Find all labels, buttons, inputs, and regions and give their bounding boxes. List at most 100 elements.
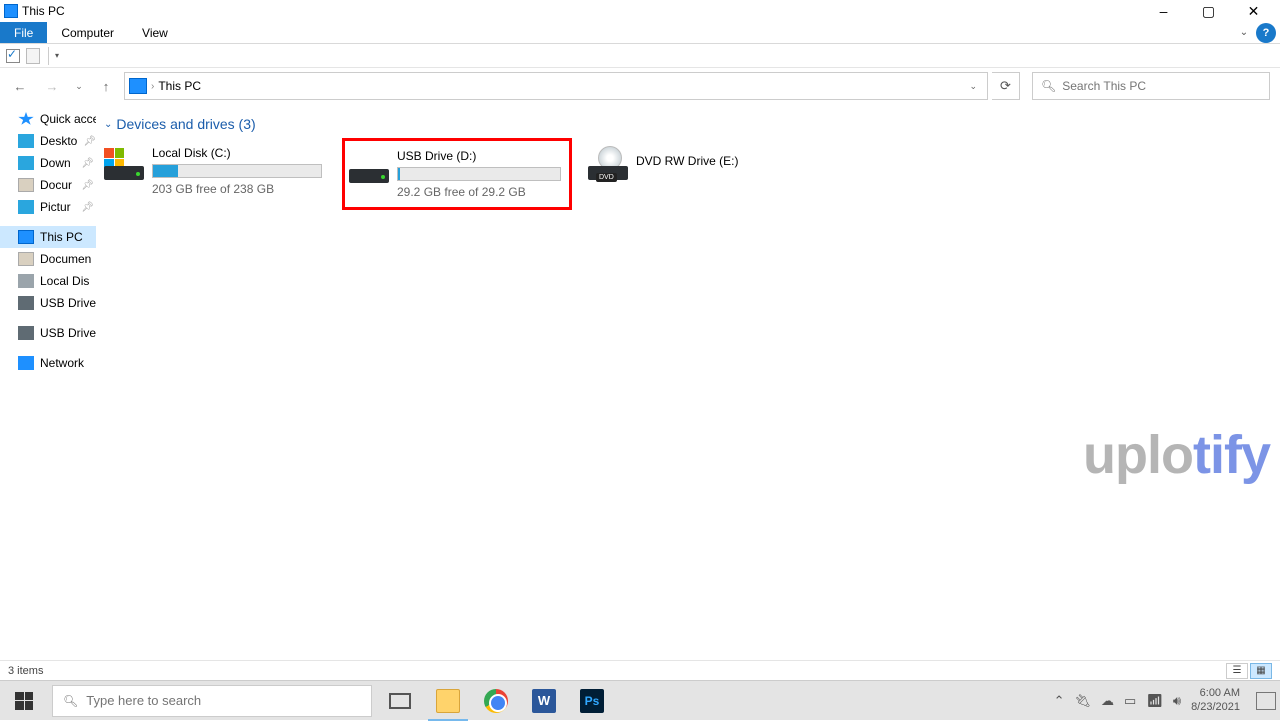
item-count: 3 items	[8, 665, 43, 677]
section-title: Devices and drives (3)	[116, 116, 255, 132]
up-button[interactable]: ↑	[92, 72, 120, 100]
help-icon[interactable]: ?	[1256, 23, 1276, 43]
sidebar-usb-drive[interactable]: USB Drive	[0, 292, 96, 314]
pin-icon: 📌︎	[81, 202, 94, 213]
sidebar-downloads[interactable]: Down 📌︎	[0, 152, 96, 174]
taskbar-search[interactable]: 🔍︎	[52, 685, 372, 717]
taskbar-photoshop[interactable]: Ps	[568, 681, 616, 721]
tiles-view-button[interactable]: ▦	[1250, 663, 1272, 679]
details-view-button[interactable]: ☰	[1226, 663, 1248, 679]
new-folder-icon[interactable]	[26, 48, 40, 64]
drive-name: USB Drive (D:)	[397, 149, 561, 163]
back-button[interactable]: ←	[6, 72, 34, 100]
date: 8/23/2021	[1191, 701, 1240, 714]
usb-icon	[18, 326, 34, 340]
sidebar-local-disk[interactable]: Local Dis	[0, 270, 96, 292]
address-dropdown-icon[interactable]: ⌄	[963, 81, 983, 92]
close-button[interactable]: ✕	[1231, 0, 1276, 22]
sidebar: Quick acce Deskto📌︎ Down📌︎ Docur📌︎ Pictu…	[0, 104, 96, 660]
sidebar-item-label: This PC	[40, 230, 83, 244]
sidebar-pictures[interactable]: Pictur 📌︎	[0, 196, 96, 218]
tab-computer[interactable]: Computer	[47, 22, 128, 43]
capacity-bar	[397, 167, 561, 181]
start-button[interactable]	[0, 681, 48, 721]
usb-icon	[18, 296, 34, 310]
taskbar: 🔍︎ W Ps ⌃ 🔌︎ ☁︎ ▭ 📶︎ 🔊︎ 6:00 AM 8/23/202…	[0, 680, 1280, 720]
task-view-icon	[389, 693, 411, 709]
sidebar-documents-2[interactable]: Documen	[0, 248, 96, 270]
drive-free-text: 203 GB free of 238 GB	[152, 182, 322, 196]
sidebar-item-label: Network	[40, 356, 84, 370]
content-pane: ⌄ Devices and drives (3) Local Disk (C:)…	[96, 104, 1280, 660]
sidebar-this-pc[interactable]: This PC	[0, 226, 96, 248]
action-center-icon[interactable]	[1256, 692, 1276, 710]
task-view-button[interactable]	[376, 681, 424, 721]
drive-name: DVD RW Drive (E:)	[636, 154, 776, 168]
breadcrumb-sep: ›	[151, 81, 154, 92]
drive-free-text: 29.2 GB free of 29.2 GB	[397, 185, 561, 199]
navbar: ← → ⌄ ↑ › This PC ⌄ ⟳ 🔍︎	[0, 68, 1280, 104]
taskbar-search-input[interactable]	[86, 693, 361, 708]
pin-icon: 📌︎	[81, 158, 94, 169]
network-icon	[18, 356, 34, 370]
sidebar-desktop[interactable]: Deskto📌︎	[0, 130, 96, 152]
tray-overflow-icon[interactable]: ⌃	[1054, 693, 1065, 709]
breadcrumb[interactable]: This PC	[158, 79, 201, 93]
folder-icon	[436, 689, 460, 713]
windows-logo-icon	[104, 148, 124, 168]
ribbon-expand-icon[interactable]: ⌄	[1234, 22, 1254, 43]
clock[interactable]: 6:00 AM 8/23/2021	[1191, 687, 1240, 713]
documents-icon	[18, 252, 34, 266]
downloads-icon	[18, 156, 34, 170]
address-bar[interactable]: › This PC ⌄	[124, 72, 988, 100]
battery-icon[interactable]: ▭	[1124, 693, 1136, 709]
usb-tray-icon[interactable]: 🔌︎	[1075, 693, 1092, 709]
pc-icon	[18, 230, 34, 244]
drive-name: Local Disk (C:)	[152, 146, 322, 160]
photoshop-icon: Ps	[580, 689, 604, 713]
status-bar: 3 items ☰ ▦	[0, 660, 1280, 680]
star-icon	[18, 112, 34, 126]
tab-file[interactable]: File	[0, 22, 47, 43]
sidebar-item-label: Documen	[40, 252, 91, 266]
volume-icon[interactable]: 🔊︎	[1173, 693, 1181, 709]
sidebar-quick-access[interactable]: Quick acce	[0, 108, 96, 130]
search-box[interactable]: 🔍︎	[1032, 72, 1270, 100]
drive-usb-d[interactable]: USB Drive (D:) 29.2 GB free of 29.2 GB	[342, 138, 572, 210]
minimize-button[interactable]: –	[1141, 0, 1186, 22]
tab-view[interactable]: View	[128, 22, 182, 43]
sidebar-item-label: Docur	[40, 178, 72, 192]
drive-local-disk-c[interactable]: Local Disk (C:) 203 GB free of 238 GB	[100, 138, 330, 210]
search-input[interactable]	[1062, 79, 1261, 93]
taskbar-word[interactable]: W	[520, 681, 568, 721]
refresh-button[interactable]: ⟳	[992, 72, 1020, 100]
app-icon	[4, 4, 18, 18]
sidebar-item-label: Deskto	[40, 134, 77, 148]
taskbar-file-explorer[interactable]	[424, 681, 472, 721]
wifi-icon[interactable]: 📶︎	[1146, 693, 1163, 709]
time: 6:00 AM	[1191, 687, 1240, 700]
window-title: This PC	[22, 4, 65, 18]
properties-icon[interactable]	[6, 49, 20, 63]
desktop-icon	[18, 134, 34, 148]
drive-dvd-e[interactable]: DVD DVD RW Drive (E:)	[584, 138, 784, 210]
separator	[48, 47, 49, 65]
search-icon: 🔍︎	[63, 694, 78, 708]
sidebar-usb-drive-2[interactable]: USB Drive (	[0, 322, 96, 344]
sidebar-network[interactable]: Network	[0, 352, 96, 374]
maximize-button[interactable]: ▢	[1186, 0, 1231, 22]
ribbon-tabs: File Computer View ⌄ ?	[0, 22, 1280, 44]
drive-icon	[104, 148, 144, 180]
system-tray: ⌃ 🔌︎ ☁︎ ▭ 📶︎ 🔊︎ 6:00 AM 8/23/2021	[1054, 687, 1280, 713]
section-header[interactable]: ⌄ Devices and drives (3)	[100, 112, 1276, 138]
taskbar-chrome[interactable]	[472, 681, 520, 721]
recent-locations-icon[interactable]: ⌄	[70, 72, 88, 100]
qat-dropdown-icon[interactable]: ▾	[55, 51, 59, 60]
titlebar: This PC – ▢ ✕	[0, 0, 1280, 22]
sidebar-item-label: Pictur	[40, 200, 71, 214]
forward-button[interactable]: →	[38, 72, 66, 100]
sidebar-item-label: Down	[40, 156, 71, 170]
documents-icon	[18, 178, 34, 192]
sidebar-documents[interactable]: Docur📌︎	[0, 174, 96, 196]
onedrive-icon[interactable]: ☁︎	[1101, 693, 1114, 709]
